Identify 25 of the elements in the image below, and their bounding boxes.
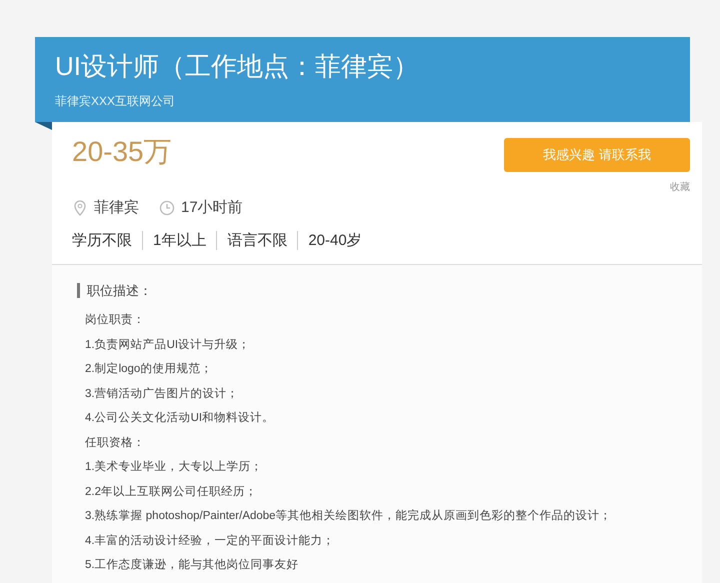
posted-time: 17小时前 [181,198,243,217]
location-pin-icon [72,200,88,216]
list-item: 2.2年以上互联网公司任职经历； [85,484,257,500]
location-text: 菲律宾 [94,198,139,217]
requirement-tag: 20-40岁 [297,231,372,250]
contact-button[interactable]: 我感兴趣 请联系我 [504,138,690,172]
list-item: 1.负责网站产品UI设计与升级； [85,338,250,352]
job-title: UI设计师（工作地点：菲律宾） [55,50,419,83]
list-item: 3.营销活动广告图片的设计； [85,386,239,402]
subsection-title: 岗位职责： [85,312,145,328]
section-heading: 职位描述： [77,283,152,298]
subsection-title: 任职资格： [85,436,145,450]
favorite-link[interactable]: 收藏 [670,180,690,194]
list-item: 1.美术专业毕业，大专以上学历； [85,459,263,475]
clock-icon [159,200,175,216]
requirement-tag: 1年以上 [142,231,216,250]
list-item: 5.工作态度谦逊，能与其他岗位同事友好 [85,557,299,573]
list-item: 2.制定logo的使用规范； [85,362,212,377]
list-item: 4.公司公关文化活动UI和物料设计。 [85,410,274,426]
list-item: 4.丰富的活动设计经验，一定的平面设计能力； [85,533,335,548]
salary-range: 20-35万 [72,135,172,169]
list-item: 3.熟练掌握 photoshop/Painter/Adobe等其他相关绘图软件，能完成从原画到色彩的整个作品的设计； [85,508,612,524]
company-name: 菲律宾XXX互联网公司 [55,93,176,110]
requirement-tag: 语言不限 [216,231,298,250]
requirement-tag: 学历不限 [72,231,142,250]
